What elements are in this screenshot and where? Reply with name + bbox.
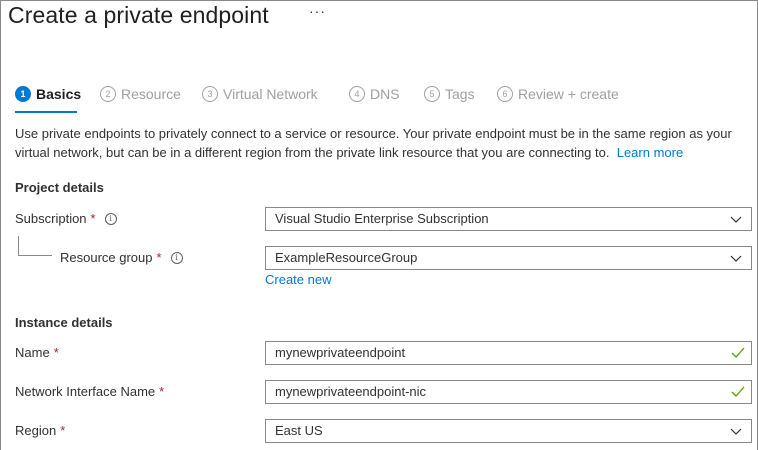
tab-label: DNS <box>370 86 400 102</box>
chevron-down-icon <box>730 255 742 262</box>
tab-label: Tags <box>445 86 475 102</box>
nic-input[interactable]: mynewprivateendpoint-nic <box>265 380 752 404</box>
more-options-button[interactable]: ··· <box>309 3 326 19</box>
intro-paragraph: Use private endpoints to privately conne… <box>15 124 745 162</box>
step-number: 2 <box>100 86 116 102</box>
step-number: 3 <box>202 86 218 102</box>
name-label-text: Name <box>15 345 50 360</box>
tab-review-create[interactable]: 6 Review + create <box>497 86 619 102</box>
step-number: 6 <box>497 86 513 102</box>
chevron-down-icon <box>730 216 742 223</box>
required-marker: * <box>90 211 96 226</box>
page-title: Create a private endpoint <box>8 2 269 28</box>
tab-label: Basics <box>36 86 82 102</box>
learn-more-link[interactable]: Learn more <box>617 145 683 160</box>
tab-dns[interactable]: 4 DNS <box>349 86 400 102</box>
tab-basics[interactable]: 1 Basics <box>15 86 82 113</box>
subscription-value: Visual Studio Enterprise Subscription <box>275 211 489 226</box>
checkmark-icon <box>731 386 745 397</box>
nic-label-text: Network Interface Name <box>15 384 156 399</box>
tab-label: Review + create <box>518 86 619 102</box>
tab-virtual-network[interactable]: 3 Virtual Network <box>202 86 318 102</box>
nic-label: Network Interface Name * <box>15 384 164 399</box>
checkmark-icon <box>731 347 745 358</box>
subscription-label: Subscription * i <box>15 211 117 226</box>
instance-details-heading: Instance details <box>15 315 113 330</box>
create-new-link[interactable]: Create new <box>265 272 331 287</box>
nic-value: mynewprivateendpoint-nic <box>275 384 427 399</box>
tree-connector <box>18 236 52 256</box>
info-icon[interactable]: i <box>170 251 183 264</box>
subscription-select[interactable]: Visual Studio Enterprise Subscription <box>265 207 752 231</box>
project-details-heading: Project details <box>15 180 104 195</box>
resource-group-select[interactable]: ExampleResourceGroup <box>265 246 752 270</box>
region-label-text: Region <box>15 423 57 438</box>
chevron-down-icon <box>730 428 742 435</box>
tab-label: Resource <box>121 86 181 102</box>
tab-resource[interactable]: 2 Resource <box>100 86 181 102</box>
required-marker: * <box>60 423 66 438</box>
region-select[interactable]: East US <box>265 419 752 443</box>
required-marker: * <box>159 384 165 399</box>
name-label: Name * <box>15 345 59 360</box>
name-value: mynewprivateendpoint <box>275 345 406 360</box>
info-icon[interactable]: i <box>104 212 117 225</box>
tab-tags[interactable]: 5 Tags <box>424 86 475 102</box>
step-number: 4 <box>349 86 365 102</box>
subscription-label-text: Subscription <box>15 211 87 226</box>
step-number: 5 <box>424 86 440 102</box>
resource-group-value: ExampleResourceGroup <box>275 250 418 265</box>
name-input[interactable]: mynewprivateendpoint <box>265 341 752 365</box>
resource-group-label: Resource group * i <box>60 250 183 265</box>
region-label: Region * <box>15 423 65 438</box>
tab-label: Virtual Network <box>223 86 318 102</box>
required-marker: * <box>53 345 59 360</box>
step-number: 1 <box>15 86 31 102</box>
region-value: East US <box>275 423 323 438</box>
resource-group-label-text: Resource group <box>60 250 153 265</box>
required-marker: * <box>156 250 162 265</box>
